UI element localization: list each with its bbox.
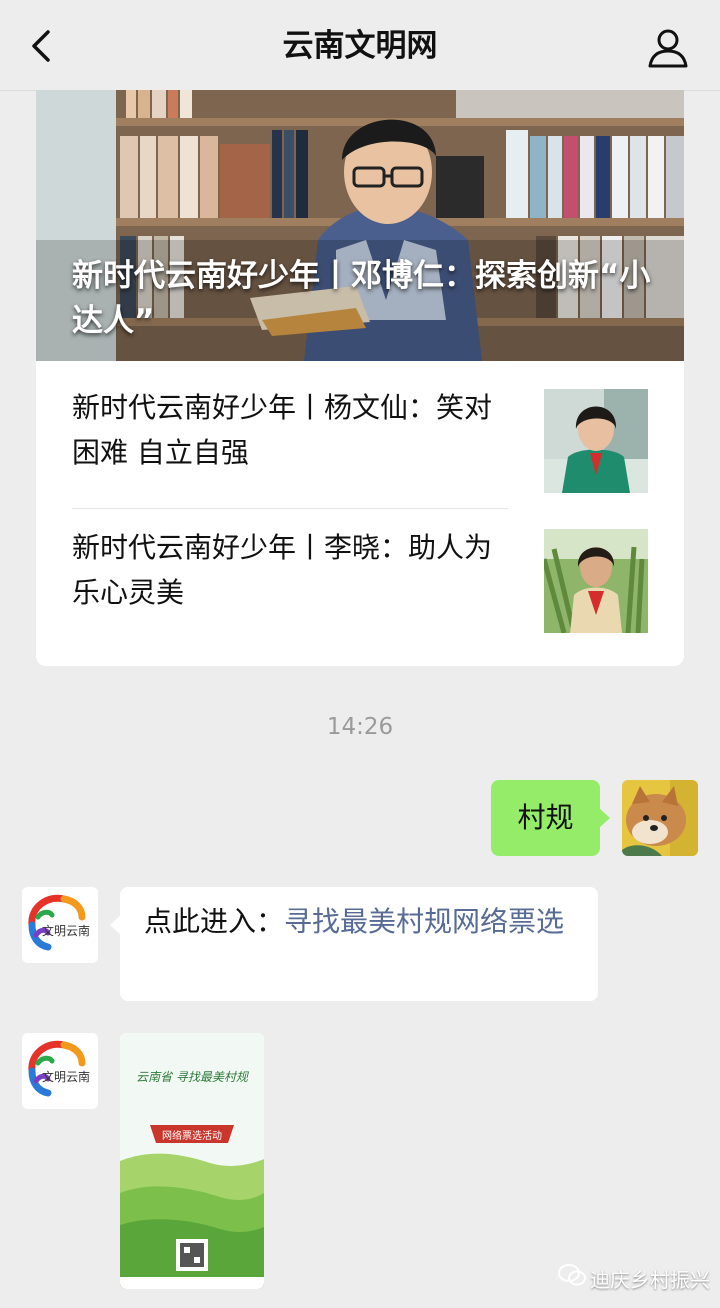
bot-avatar-text: 文明云南 [42,923,90,938]
my-message-bubble[interactable]: 村规 [491,780,610,856]
poster-banner: 网络票选活动 [162,1129,222,1142]
watermark-text: 迪庆乡村振兴 [590,1268,710,1292]
chat-timestamp: 14:26 [326,714,394,740]
sub-article-item[interactable]: 新时代云南好少年丨李晓：助人为乐心灵美 [72,513,648,652]
hero-title: 新时代云南好少年丨邓博仁：探索创新“小达人” [72,258,651,339]
hero-article[interactable]: 新时代云南好少年丨邓博仁：探索创新“小达人” [36,90,684,361]
watermark: 迪庆乡村振兴 [556,1260,716,1292]
bot-message-bubble: 点此进入：寻找最美村规网络票选 [110,887,598,1001]
sub-article-title: 新时代云南好少年丨李晓：助人为乐心灵美 [72,531,493,609]
sub-article-title: 新时代云南好少年丨杨文仙：笑对困难 自立自强 [72,391,493,469]
sub-article-thumbnail [544,529,648,633]
bot-message-prefix: 点此进入： [144,905,285,938]
page-title: 云南文明网 [282,28,438,64]
bot-avatar-text: 文明云南 [42,1069,90,1084]
user-icon[interactable] [646,28,690,68]
bot-avatar[interactable]: 文明云南 [22,1033,98,1109]
article-card: 新时代云南好少年丨邓博仁：探索创新“小达人” 新时代云南好少年丨杨文仙：笑对困难… [36,90,684,666]
my-avatar[interactable] [622,780,698,856]
nav-bar: 云南文明网 [0,0,720,91]
vote-link[interactable]: 寻找最美村规网络票选 [284,905,564,938]
poster-image[interactable]: 云南省 寻找最美村规 网络票选活动 [120,1033,264,1289]
divider [72,508,508,509]
poster-headline: 云南省 寻找最美村规 [136,1070,250,1084]
bot-message-text: 点此进入：寻找最美村规网络票选 [144,903,580,941]
bot-avatar[interactable]: 文明云南 [22,887,98,963]
sub-article-thumbnail [544,389,648,493]
wechat-icon [558,1264,586,1286]
sub-article-item[interactable]: 新时代云南好少年丨杨文仙：笑对困难 自立自强 [72,373,648,512]
